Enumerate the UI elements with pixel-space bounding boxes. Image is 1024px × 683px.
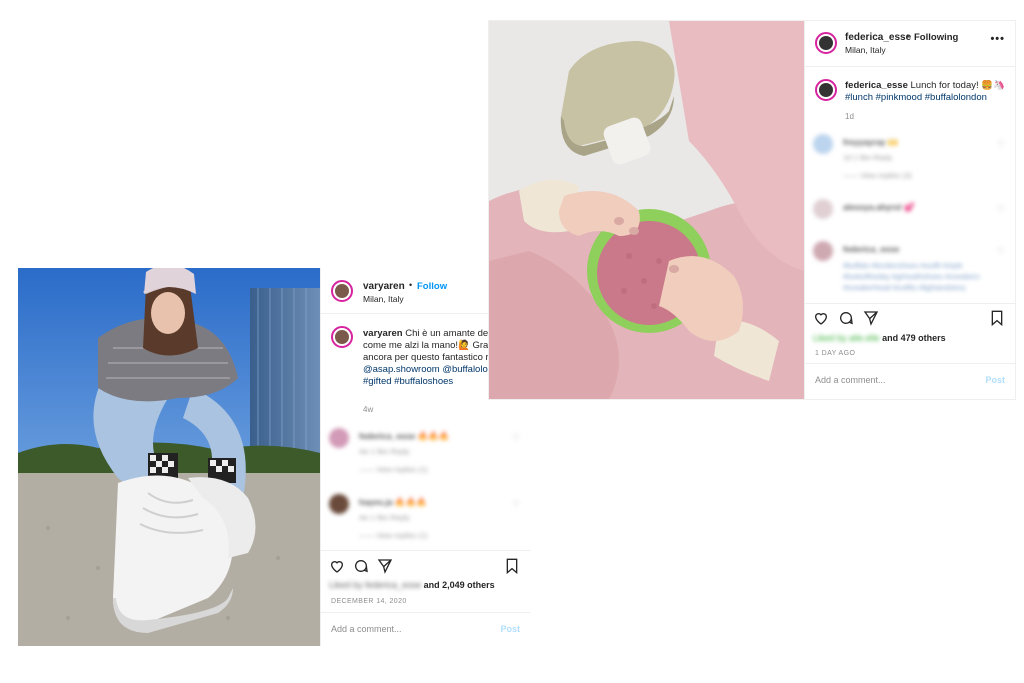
post-side-panel: federica_esse • Following Milan, Italy •…: [804, 21, 1015, 399]
post-comment-button[interactable]: Post: [500, 624, 520, 634]
post-location[interactable]: Milan, Italy: [363, 294, 404, 304]
share-icon[interactable]: [863, 310, 881, 328]
comment-item: federica_esse #buffalo #londonshoes #out…: [813, 241, 1007, 301]
comment-item: alessya.ahyrol 💕 ♡: [813, 199, 1007, 229]
post-date: 1 DAY AGO: [815, 350, 856, 357]
comment-heart-icon: ♡: [996, 204, 1005, 214]
post-username[interactable]: federica_esse: [845, 32, 911, 43]
post-header: federica_esse • Following Milan, Italy •…: [805, 21, 1015, 67]
likes-count[interactable]: and 2,049 others: [424, 580, 495, 590]
post-location[interactable]: Milan, Italy: [845, 45, 886, 55]
post-photo-pink-burger[interactable]: [489, 21, 804, 399]
comment-author: federica_esse 🔥🔥🔥: [359, 431, 450, 441]
caption-text: Lunch for today! 🍔🦄: [910, 80, 1005, 91]
post-date: DECEMBER 14, 2020: [331, 598, 407, 605]
caption-age: 1d: [845, 112, 854, 121]
more-icon[interactable]: •••: [990, 33, 1005, 45]
liked-by-blurred: Liked by aile.elle: [813, 333, 880, 343]
comment-avatar: [813, 134, 833, 154]
post-photo-girl-in-buffalo-shoes[interactable]: [18, 268, 320, 646]
comment-meta: 4w 1 like Reply: [359, 447, 410, 456]
caption-age: 4w: [363, 405, 374, 414]
heart-icon[interactable]: [329, 558, 347, 576]
comment-meta: 1d 1 like Reply: [843, 153, 893, 162]
view-replies: —— View replies (3): [843, 171, 912, 180]
caption-username[interactable]: varyaren: [363, 328, 403, 339]
comment-avatar: [329, 428, 349, 448]
post-actions: [813, 310, 1007, 332]
following-button[interactable]: Following: [914, 32, 958, 43]
comment-avatar: [813, 199, 833, 219]
separator-dot: •: [906, 31, 910, 41]
comment-author: alessya.ahyrol 💕: [843, 202, 915, 212]
caption-username[interactable]: federica_esse: [845, 80, 908, 91]
divider: [805, 303, 1015, 304]
comment-icon[interactable]: [838, 310, 856, 328]
instagram-post-federica-esse: federica_esse • Following Milan, Italy •…: [489, 21, 1015, 399]
follow-button[interactable]: Follow: [417, 281, 447, 292]
comment-author: freyyayray 🙌: [843, 137, 899, 147]
share-icon[interactable]: [377, 558, 395, 576]
comment-icon[interactable]: [353, 558, 371, 576]
post-caption: federica_esse Lunch for today! 🍔🦄 #lunch…: [845, 80, 1015, 106]
bookmark-icon[interactable]: [504, 558, 522, 576]
comment-heart-icon: ♡: [511, 433, 520, 443]
comment-author: federica_esse: [843, 244, 900, 254]
post-username[interactable]: varyaren: [363, 281, 405, 292]
heart-icon[interactable]: [813, 310, 831, 328]
bookmark-icon[interactable]: [989, 310, 1007, 328]
view-replies: —— View replies (1): [359, 465, 428, 474]
caption-avatar[interactable]: [815, 79, 837, 101]
likes-summary[interactable]: Liked by aile.elle and 479 others: [813, 333, 1007, 347]
post-comment-button[interactable]: Post: [985, 375, 1005, 385]
avatar[interactable]: [815, 32, 837, 54]
post-actions: [329, 558, 522, 580]
view-replies: —— View replies (1): [359, 531, 428, 540]
comment-hashtags: #buffalo #londonshoes #outfit #style #lo…: [843, 261, 980, 292]
comment-heart-icon: ♡: [996, 139, 1005, 149]
liked-by-blurred: Liked by federica_esse: [329, 580, 422, 590]
comment-author: hayes.ja 🔥🔥🔥: [359, 497, 427, 507]
comment-meta: 4w 1 like Reply: [359, 513, 410, 522]
instagram-post-varyaren: varyaren • Follow Milan, Italy varyaren …: [18, 268, 530, 646]
divider: [321, 550, 530, 551]
comment-item: hayes.ja 🔥🔥🔥 4w 1 like Reply —— View rep…: [329, 494, 522, 554]
add-comment-bar: Add a comment... Post: [321, 612, 530, 646]
caption-tags[interactable]: #lunch #pinkmood #buffalolondon: [845, 92, 987, 103]
likes-count[interactable]: and 479 others: [882, 333, 946, 343]
avatar[interactable]: [331, 280, 353, 302]
comment-heart-icon: ♡: [996, 246, 1005, 256]
add-comment-bar: Add a comment... Post: [805, 363, 1015, 399]
comment-item: freyyayray 🙌 1d 1 like Reply —— View rep…: [813, 134, 1007, 194]
separator-dot: •: [409, 280, 413, 290]
caption-avatar[interactable]: [331, 326, 353, 348]
add-comment-input[interactable]: Add a comment...: [815, 375, 886, 385]
comment-avatar: [329, 494, 349, 514]
add-comment-input[interactable]: Add a comment...: [331, 624, 402, 634]
comment-avatar: [813, 241, 833, 261]
comment-heart-icon: ♡: [511, 499, 520, 509]
likes-summary[interactable]: Liked by federica_esse and 2,049 others: [329, 580, 522, 594]
caption-tags[interactable]: @asap.showroom @buffalolondon #gifted #b…: [363, 364, 509, 387]
comment-item: federica_esse 🔥🔥🔥 4w 1 like Reply —— Vie…: [329, 428, 522, 488]
